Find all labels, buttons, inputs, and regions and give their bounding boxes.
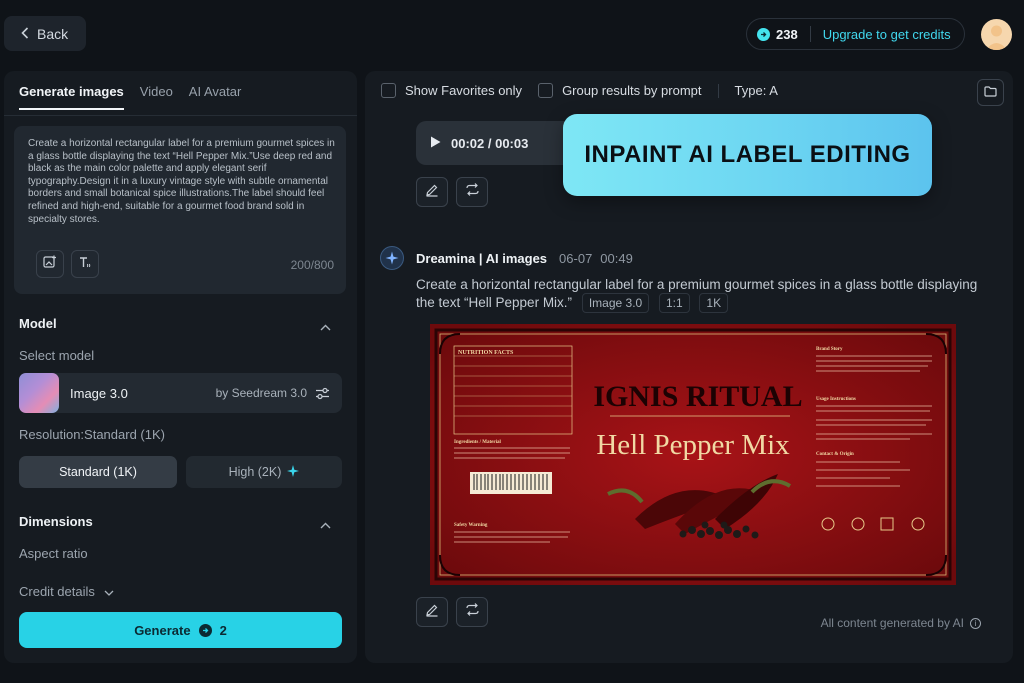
pencil-icon — [425, 183, 439, 202]
regenerate-button[interactable] — [456, 597, 488, 627]
generation-panel: Generate images Video AI Avatar Create a… — [4, 71, 357, 663]
resolution-high-button[interactable]: High (2K) — [186, 456, 342, 488]
credit-count: 238 — [776, 26, 798, 42]
generated-image[interactable]: IGNIS RITUAL Hell Pepper Mix NUTRITION F… — [430, 324, 956, 585]
divider — [717, 83, 719, 98]
folder-button[interactable] — [977, 79, 1004, 106]
refresh-icon — [465, 183, 480, 201]
group-by-prompt-filter[interactable]: Group results by prompt — [538, 83, 702, 98]
aspect-ratio-label: Aspect ratio — [19, 546, 88, 561]
tag-resolution: 1K — [699, 293, 729, 313]
label-usage-title: Usage Instructions — [816, 397, 856, 402]
credits-pill[interactable]: 238 Upgrade to get credits — [746, 18, 965, 50]
pencil-icon — [425, 603, 439, 622]
model-selector[interactable]: Image 3.0 by Seedream 3.0 — [19, 373, 342, 413]
prompt-text[interactable]: Create a horizontal rectangular label fo… — [416, 277, 977, 310]
image-add-icon — [43, 255, 57, 274]
generate-button[interactable]: Generate 2 — [19, 612, 342, 648]
group-by-prompt-label: Group results by prompt — [562, 83, 702, 98]
sparkle-icon — [287, 464, 300, 480]
info-icon[interactable]: i — [970, 617, 981, 629]
chevron-down-icon — [104, 584, 114, 599]
mode-tabs: Generate images Video AI Avatar — [19, 84, 241, 110]
text-icon — [78, 255, 92, 274]
tag-model: Image 3.0 — [581, 293, 650, 313]
refresh-icon — [465, 603, 480, 621]
back-button[interactable]: Back — [4, 16, 86, 51]
audio-player[interactable]: 00:02 / 00:03 — [416, 121, 576, 165]
resolution-label: Resolution:Standard (1K) — [19, 427, 165, 442]
ai-disclaimer: All content generated by AI i — [821, 616, 981, 630]
generate-cost: 2 — [219, 622, 227, 638]
dreamina-logo-icon — [380, 246, 404, 270]
upgrade-link[interactable]: Upgrade to get credits — [823, 27, 951, 42]
label-brand: IGNIS RITUAL — [593, 380, 802, 413]
credit-details-toggle[interactable]: Credit details — [19, 584, 114, 599]
credit-icon — [198, 623, 212, 637]
label-product-name: Hell Pepper Mix — [596, 429, 790, 461]
filter-bar: Show Favorites only Group results by pro… — [381, 83, 778, 98]
ai-disclaimer-text: All content generated by AI — [820, 616, 964, 630]
prompt-input[interactable]: Create a horizontal rectangular label fo… — [14, 126, 346, 294]
model-name: Image 3.0 — [70, 385, 128, 401]
resolution-standard-button[interactable]: Standard (1K) — [19, 456, 177, 488]
overlay-banner: INPAINT AI LABEL EDITING — [563, 114, 932, 196]
audio-time: 00:02 / 00:03 — [451, 135, 529, 151]
type-filter[interactable]: Type: A — [735, 83, 778, 98]
generate-label: Generate — [134, 622, 191, 638]
show-favorites-filter[interactable]: Show Favorites only — [381, 83, 522, 98]
select-model-label: Select model — [19, 348, 95, 363]
char-counter: 200/800 — [290, 258, 334, 272]
sliders-icon[interactable] — [315, 387, 330, 400]
generation-date: 06-07 — [559, 250, 593, 266]
label-contact-title: Contact & Origin — [816, 452, 854, 457]
chevron-up-icon[interactable] — [320, 516, 331, 534]
model-section-title: Model — [19, 316, 57, 331]
add-image-button[interactable] — [36, 250, 64, 278]
tab-video[interactable]: Video — [140, 84, 173, 110]
chevron-up-icon[interactable] — [320, 318, 331, 336]
author-name: Dreamina | AI images — [416, 250, 548, 266]
avatar[interactable] — [981, 19, 1012, 50]
generation-prompt: Create a horizontal rectangular label fo… — [416, 277, 996, 313]
generation-time: 00:49 — [600, 250, 633, 266]
resolution-standard-label: Standard (1K) — [59, 465, 137, 479]
tab-ai-avatar[interactable]: AI Avatar — [189, 84, 242, 110]
edit-button[interactable] — [416, 597, 448, 627]
regenerate-button[interactable] — [456, 177, 488, 207]
resolution-high-label: High (2K) — [228, 465, 282, 479]
credit-icon — [757, 27, 770, 41]
label-nutrition-title: NUTRITION FACTS — [458, 350, 514, 356]
tag-ratio: 1:1 — [658, 293, 690, 313]
divider — [4, 115, 357, 116]
checkbox[interactable] — [381, 83, 396, 98]
results-panel: Show Favorites only Group results by pro… — [365, 71, 1013, 663]
divider — [809, 26, 811, 42]
tab-generate-images[interactable]: Generate images — [19, 84, 124, 110]
label-ingredients-title: Ingredients / Material — [454, 440, 501, 445]
dimensions-section-title: Dimensions — [19, 514, 93, 529]
label-safety-title: Safety Warning — [454, 523, 488, 528]
folder-icon — [984, 84, 997, 102]
model-provider: by Seedream 3.0 — [215, 386, 307, 400]
model-thumbnail — [19, 373, 59, 413]
show-favorites-label: Show Favorites only — [405, 83, 523, 98]
label-story-title: Brand Story — [816, 347, 843, 352]
credit-details-label: Credit details — [19, 584, 95, 599]
checkbox[interactable] — [538, 83, 554, 98]
play-icon[interactable] — [430, 136, 441, 151]
chevron-left-icon — [21, 26, 29, 42]
text-style-button[interactable] — [71, 250, 99, 278]
generation-header: Dreamina | AI images 06-07 00:49 — [380, 246, 633, 270]
prompt-text[interactable]: Create a horizontal rectangular label fo… — [28, 138, 340, 226]
back-label: Back — [37, 25, 69, 42]
edit-button[interactable] — [416, 177, 448, 207]
